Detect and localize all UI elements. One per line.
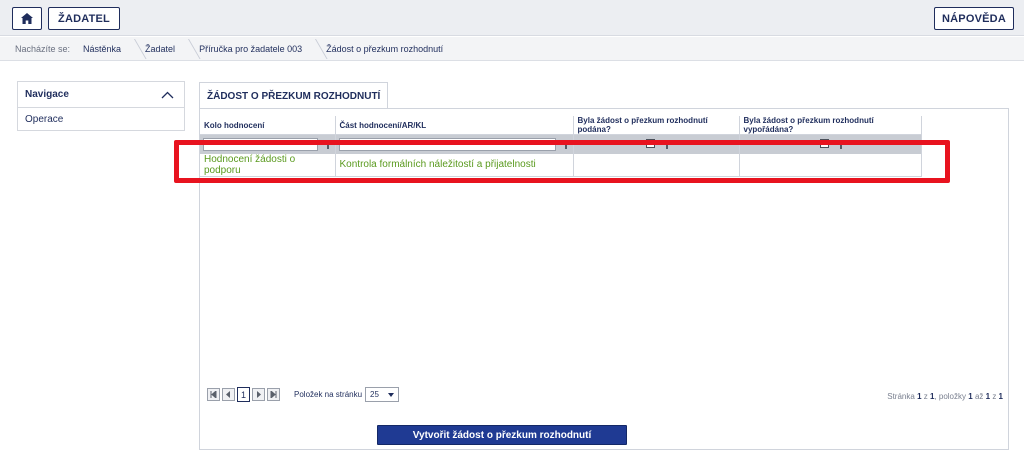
top-bar: ŽADATEL NÁPOVĚDA [0,0,1024,36]
column-header-podana[interactable]: Byla žádost o přezkum rozhodnutí podána? [573,116,740,135]
pager: 1 Položek na stránku 25 [207,387,400,402]
navigation-header[interactable]: Navigace [18,82,184,108]
column-header-cast[interactable]: Část hodnocení/AR/KL [335,116,574,135]
last-page-button[interactable] [267,388,280,401]
navigation-panel: Navigace Operace [17,81,185,131]
next-page-icon [257,391,261,398]
breadcrumb-item-current: Žádost o přezkum rozhodnutí [326,43,444,54]
current-page-number[interactable]: 1 [237,387,250,402]
pager-info-of: z [923,392,928,401]
pager-info-of2: z [992,392,997,401]
chevron-up-icon[interactable] [161,91,174,99]
highlight-frame [174,140,950,183]
tab-zadost-o-prezkum[interactable]: ŽÁDOST O PŘEZKUM ROZHODNUTÍ [199,82,389,109]
pager-info-page: 1 [917,392,922,401]
pager-info-total-items: 1 [998,392,1003,401]
breadcrumb-item-nastenka[interactable]: Nástěnka [73,37,135,61]
pager-info-to: 1 [985,392,991,401]
pager-info: Stránka 1 z 1, položky 1 až 1 z 1 [887,392,1003,401]
create-review-request-button[interactable]: Vytvořit žádost o přezkum rozhodnutí [377,425,627,445]
column-header-vyporadana[interactable]: Byla žádost o přezkum rozhodnutí vypořád… [739,116,922,135]
breadcrumb-item-zadatel[interactable]: Žadatel [135,37,189,61]
first-page-icon [210,391,217,398]
chevron-down-icon [388,392,395,397]
breadcrumb-item-prirucka[interactable]: Příručka pro žadatele 003 [189,37,316,61]
navigation-title: Navigace [25,89,69,100]
next-page-button[interactable] [252,388,265,401]
prev-page-icon [226,391,230,398]
pager-info-items-label: , položky [934,392,967,401]
zadatel-button[interactable]: ŽADATEL [48,7,120,30]
per-page-select[interactable]: 25 [365,387,400,402]
breadcrumb-label: Nacházíte se: [15,43,71,54]
column-header-kolo[interactable]: Kolo hodnocení [200,116,336,135]
first-page-button[interactable] [207,388,220,401]
breadcrumb: Nacházíte se: Nástěnka Žadatel Příručka … [0,37,1024,61]
per-page-value: 25 [370,390,379,399]
per-page-label: Položek na stránku [294,390,363,399]
pager-info-to-label: až [974,392,984,401]
pager-info-from: 1 [968,392,973,401]
prev-page-button[interactable] [222,388,235,401]
help-button[interactable]: NÁPOVĚDA [934,7,1014,30]
last-page-icon [270,391,277,398]
home-icon [21,13,33,24]
home-button[interactable] [12,7,42,30]
nav-item-operace[interactable]: Operace [18,108,184,130]
pager-info-prefix: Stránka [887,392,915,401]
